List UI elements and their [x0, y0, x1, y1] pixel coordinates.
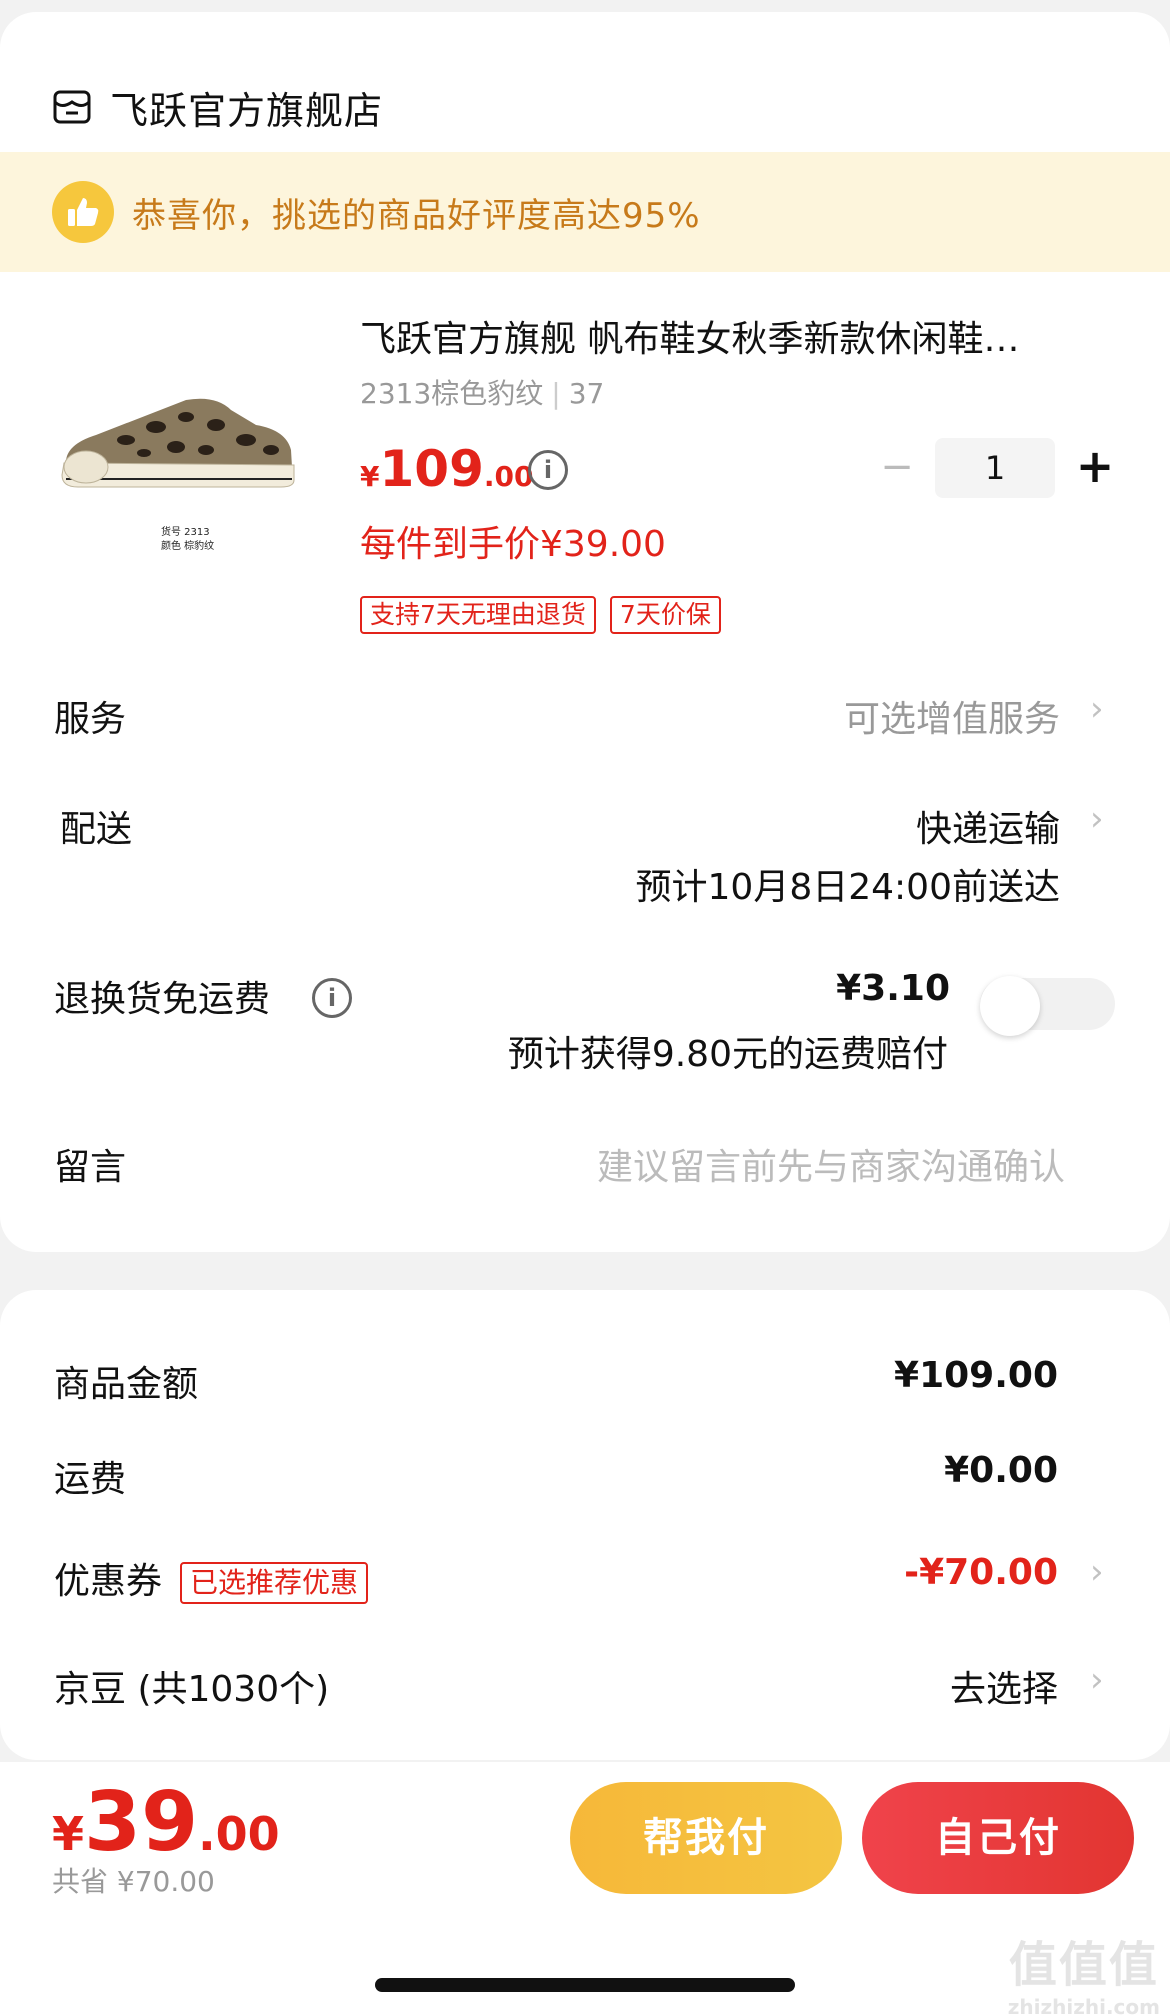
quantity-decrease-button[interactable]: − [880, 447, 914, 487]
total-decimal: .00 [198, 1807, 280, 1861]
price-currency: ¥ [360, 460, 380, 493]
price-integer: 109 [379, 440, 484, 498]
coupon-value[interactable]: -¥70.00 [904, 1552, 1058, 1593]
tag-return: 支持7天无理由退货 [360, 596, 596, 634]
site-watermark: 值值值 zhizhizhi.com [1008, 1925, 1160, 2015]
total-integer: 39 [84, 1775, 199, 1870]
price-info-icon[interactable]: i [528, 450, 568, 490]
return-shipping-price: ¥3.10 [836, 968, 950, 1009]
return-shipping-info-icon[interactable]: i [312, 978, 352, 1018]
goods-amount-value: ¥109.00 [894, 1355, 1058, 1396]
delivery-eta: 预计10月8日24:00前送达 [635, 867, 1060, 908]
product-image[interactable]: 货号 2313 颜色 棕豹纹 [56, 395, 316, 605]
price-decimal: .00 [483, 460, 534, 493]
product-spec[interactable]: 2313棕色豹纹 | 37 [360, 372, 604, 412]
store-row[interactable]: 飞跃官方旗舰店 [52, 72, 383, 142]
banner-text: 恭喜你，挑选的商品好评度高达95% [132, 195, 701, 236]
help-pay-button[interactable]: 帮我付 [570, 1782, 842, 1894]
delivery-label: 配送 [60, 809, 133, 850]
service-value[interactable]: 可选增值服务 [844, 690, 1060, 742]
message-label: 留言 [54, 1147, 127, 1188]
jd-beans-value[interactable]: 去选择 [950, 1660, 1058, 1712]
delivery-method[interactable]: 快递运输 [916, 800, 1060, 852]
praise-banner: 恭喜你，挑选的商品好评度高达95% [0, 152, 1170, 272]
toggle-knob [980, 976, 1040, 1036]
each-final-price: 每件到手价¥39.00 [360, 524, 666, 565]
goods-amount-label: 商品金额 [54, 1364, 199, 1405]
store-name[interactable]: 飞跃官方旗舰店 [110, 80, 383, 135]
total-currency: ¥ [52, 1807, 85, 1861]
message-input[interactable]: 建议留言前先与商家沟通确认 [597, 1138, 1065, 1190]
quantity-increase-button[interactable]: + [1075, 443, 1115, 492]
jd-beans-label: 京豆 (共1030个) [54, 1669, 330, 1710]
coupon-badge: 已选推荐优惠 [180, 1562, 369, 1604]
total-price: ¥ 39 .00 [52, 1775, 280, 1870]
product-image-label-sku: 货号 2313 [161, 525, 210, 538]
self-pay-button[interactable]: 自己付 [862, 1782, 1134, 1894]
watermark-url: zhizhizhi.com [1007, 1995, 1160, 2015]
return-shipping-note: 预计获得9.80元的运费赔付 [507, 1034, 948, 1075]
return-shipping-toggle[interactable] [980, 976, 1115, 1036]
home-indicator[interactable] [375, 1978, 795, 1992]
watermark-logo: 值值值 [1008, 1937, 1159, 1993]
quantity-input[interactable]: 1 [935, 438, 1055, 498]
coupon-row[interactable]: 优惠券 已选推荐优惠 [54, 1552, 369, 1604]
delivery-chevron-icon[interactable]: › [1090, 802, 1110, 836]
store-icon [53, 90, 91, 124]
product-price: ¥ 109 .00 [360, 440, 533, 498]
spec-divider: | [551, 377, 561, 410]
coupon-chevron-icon[interactable]: › [1090, 1555, 1110, 1589]
tag-price-protect: 7天价保 [609, 596, 721, 634]
product-spec-size: 37 [568, 377, 605, 410]
service-label: 服务 [54, 699, 127, 740]
product-spec-color: 2313棕色豹纹 [360, 377, 544, 410]
thumbs-up-icon [52, 181, 114, 243]
freight-value: ¥0.00 [944, 1450, 1058, 1491]
service-chevron-icon[interactable]: › [1090, 692, 1110, 726]
saved-amount: 共省 ¥70.00 [52, 1865, 215, 1898]
product-tags: 支持7天无理由退货 7天价保 [360, 596, 721, 634]
coupon-label: 优惠券 [54, 1561, 163, 1602]
product-image-label-color: 颜色 棕豹纹 [161, 539, 214, 552]
freight-label: 运费 [54, 1459, 127, 1500]
return-shipping-label: 退换货免运费 [54, 979, 271, 1020]
product-title[interactable]: 飞跃官方旗舰 帆布鞋女秋季新款休闲鞋… [360, 310, 1100, 362]
jd-beans-chevron-icon[interactable]: › [1090, 1663, 1110, 1697]
